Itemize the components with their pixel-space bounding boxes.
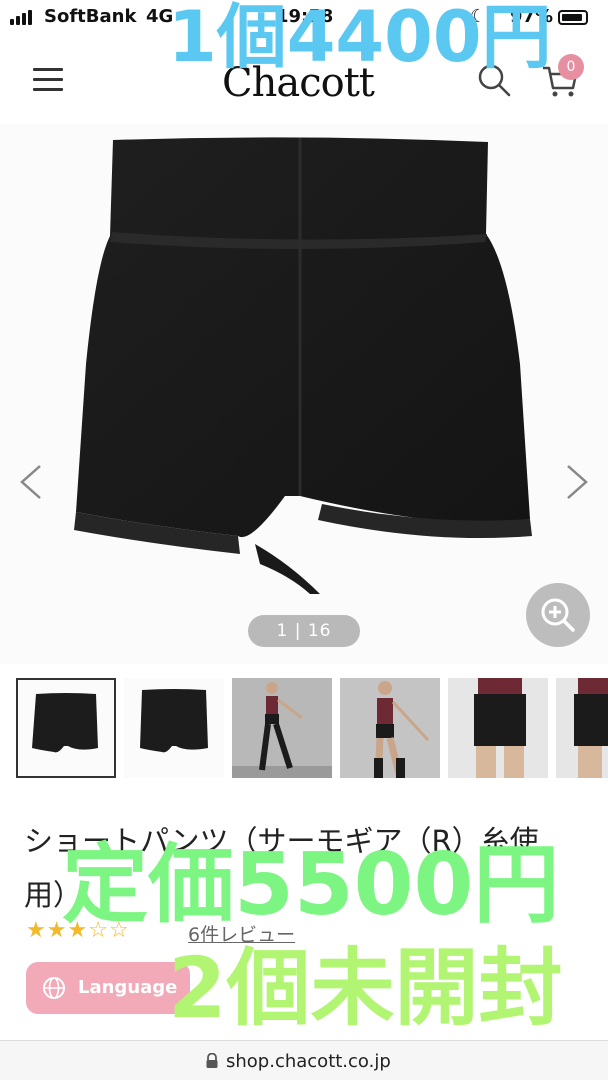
thumbnail-5[interactable] (448, 678, 548, 778)
globe-icon (43, 977, 65, 999)
thumbnail-2[interactable] (124, 678, 224, 778)
list-price-overlay-text: 定価5500円 (62, 835, 560, 935)
image-counter: 1 | 16 (248, 615, 360, 647)
star-icon-filled: ★ (26, 918, 47, 943)
product-main-image[interactable] (0, 124, 608, 664)
previous-image-button[interactable] (16, 462, 44, 502)
lock-icon (206, 1053, 218, 1068)
browser-address-bar[interactable]: shop.chacott.co.jp (0, 1040, 608, 1080)
zoom-button[interactable] (526, 583, 590, 647)
thumbnail-6[interactable] (556, 678, 608, 778)
url-text: shop.chacott.co.jp (226, 1051, 391, 1072)
thumbnail-4[interactable] (340, 678, 440, 778)
thumbnail-1[interactable] (16, 678, 116, 778)
thumbnail-3[interactable] (232, 678, 332, 778)
signal-icon (10, 10, 32, 25)
next-image-button[interactable] (564, 462, 592, 502)
battery-icon (558, 10, 588, 25)
language-button[interactable]: Language (26, 962, 190, 1014)
cart-count-badge: 0 (558, 54, 584, 80)
menu-icon[interactable] (33, 68, 63, 92)
thumbnail-strip (0, 678, 608, 780)
product-photo (74, 137, 532, 594)
condition-overlay-text: 2個未開封 (168, 939, 563, 1037)
carrier-name: SoftBank (44, 6, 137, 27)
language-button-label: Language (78, 977, 178, 998)
zoom-in-icon (541, 598, 575, 632)
price-overlay-text: 1個4400円 (168, 0, 552, 78)
